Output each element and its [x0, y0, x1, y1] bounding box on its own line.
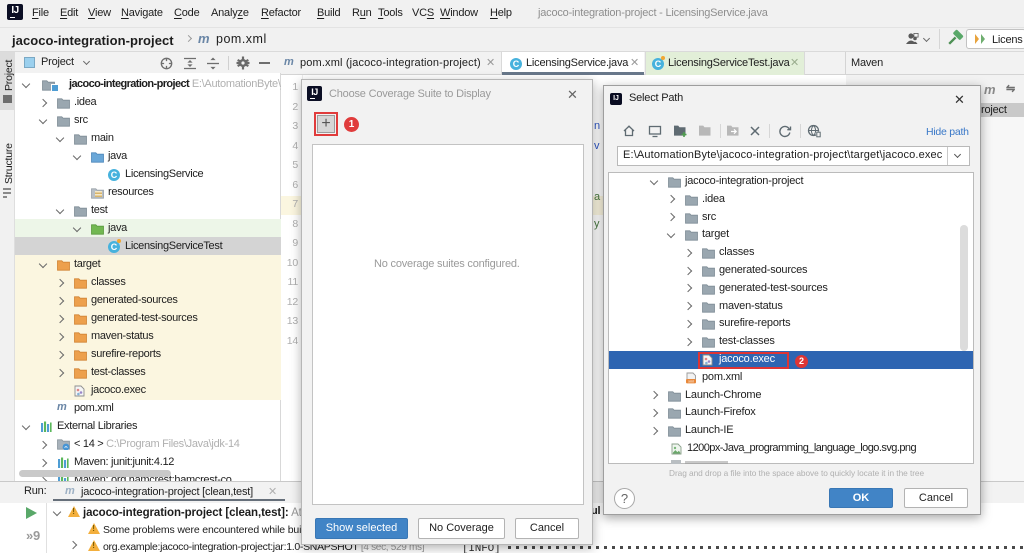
svg-text:xml: xml — [688, 379, 694, 383]
